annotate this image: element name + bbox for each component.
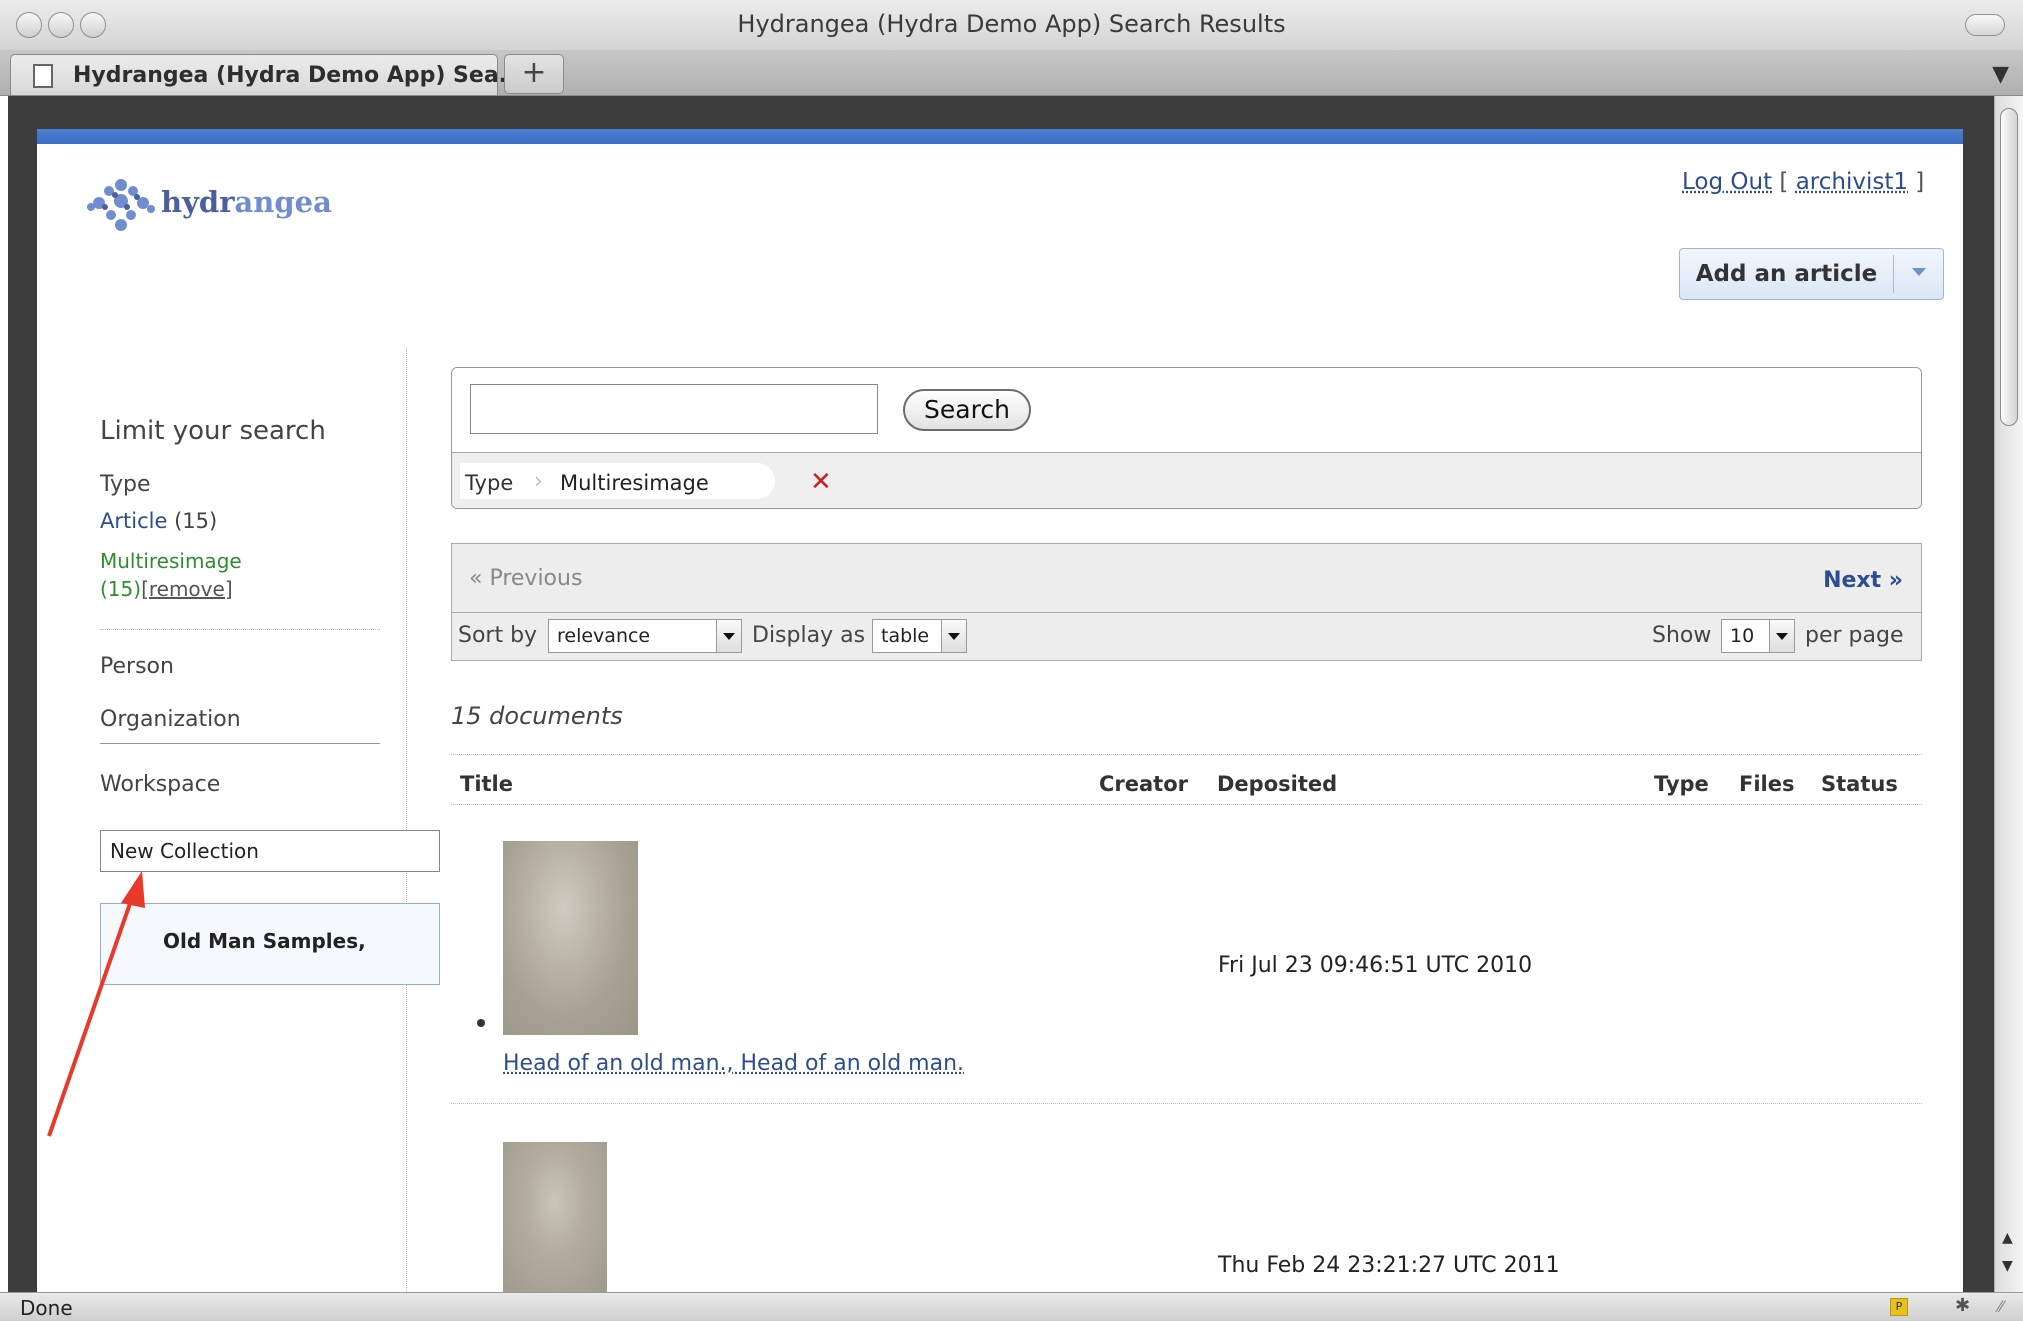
page-top-bar: [37, 129, 1963, 144]
facet-type-heading[interactable]: Type: [100, 472, 151, 497]
browser-viewport: hydrangea Log Out [ archivist1 ] Add an …: [8, 96, 1994, 1292]
scroll-thumb[interactable]: [2000, 108, 2018, 426]
toolbar-toggle-button[interactable]: [1965, 14, 2005, 36]
logo-text-prefix: hydr: [161, 185, 235, 219]
facet-item-multiresimage: Multiresimage (15)[remove]: [100, 547, 242, 603]
chevron-down-icon: [716, 620, 741, 652]
table-top-rule: [451, 754, 1922, 755]
window-titlebar: Hydrangea (Hydra Demo App) Search Result…: [0, 0, 2023, 51]
facet-multiresimage-count: (15): [100, 577, 142, 601]
collection-drop-box[interactable]: Old Man Samples,: [100, 903, 440, 985]
search-button[interactable]: Search: [903, 389, 1031, 431]
chevron-down-icon: [1769, 620, 1794, 652]
document-icon: [33, 64, 53, 88]
tab-list-icon[interactable]: ▼: [1992, 62, 2009, 87]
plugin-icon[interactable]: P: [1890, 1298, 1908, 1316]
column-header-title[interactable]: Title: [460, 772, 513, 796]
column-header-files[interactable]: Files: [1739, 772, 1794, 796]
show-label: Show: [1652, 623, 1712, 648]
constraint-label: Type: [465, 471, 514, 495]
new-tab-button[interactable]: +: [504, 54, 564, 94]
facet-person-heading[interactable]: Person: [100, 654, 174, 679]
list-bullet: [477, 1019, 485, 1027]
display-select[interactable]: table: [872, 619, 967, 653]
facet-divider: [100, 629, 380, 630]
per-page-value: 10: [1730, 625, 1755, 647]
add-article-label: Add an article: [1695, 261, 1878, 287]
chevron-down-icon[interactable]: [1912, 268, 1926, 276]
collection-name: Old Man Samples,: [163, 929, 366, 953]
sort-select-value: relevance: [557, 625, 651, 647]
table-header-rule: [451, 804, 1922, 805]
search-panel: Search Type › Multiresimage ✕: [451, 367, 1922, 509]
tab-label: Hydrangea (Hydra Demo App) Sea...: [73, 63, 524, 88]
window-title: Hydrangea (Hydra Demo App) Search Result…: [737, 10, 1286, 38]
account-area: Log Out [ archivist1 ]: [1682, 169, 1924, 195]
sidebar-divider: [406, 347, 407, 1292]
facet-article-link[interactable]: Article: [100, 509, 167, 533]
constraint-bar: Type › Multiresimage ✕: [452, 452, 1921, 508]
logout-link[interactable]: Log Out: [1682, 169, 1772, 195]
workspace-heading: Workspace: [100, 772, 221, 797]
per-page-select[interactable]: 10: [1721, 619, 1795, 653]
user-bracket-close: ]: [1908, 169, 1925, 195]
row-separator: [451, 1103, 1922, 1104]
per-page-label: per page: [1805, 623, 1904, 648]
constraint-value: Multiresimage: [560, 471, 709, 495]
previous-link[interactable]: « Previous: [469, 566, 582, 591]
firebug-icon[interactable]: ✱: [1955, 1295, 1970, 1316]
scroll-down-icon[interactable]: ▼: [2002, 1258, 2013, 1274]
chevron-down-icon: [941, 620, 966, 652]
close-icon[interactable]: ✕: [810, 467, 832, 497]
display-select-value: table: [881, 625, 930, 647]
column-header-type[interactable]: Type: [1654, 772, 1709, 796]
logo-text-suffix: angea: [234, 185, 332, 219]
facet-divider: [100, 743, 380, 744]
logo-text[interactable]: hydrangea: [161, 185, 332, 219]
split-divider: [1893, 255, 1894, 293]
pager-bar: « Previous Next »: [451, 543, 1922, 613]
page: hydrangea Log Out [ archivist1 ] Add an …: [37, 129, 1963, 1292]
scroll-up-icon[interactable]: ▲: [2002, 1230, 2013, 1246]
vertical-scrollbar[interactable]: ▲ ▼: [1994, 96, 2023, 1292]
display-as-label: Display as: [752, 623, 866, 648]
status-text: Done: [20, 1296, 73, 1320]
annotation-arrow: [47, 871, 145, 1137]
new-collection-field[interactable]: New Collection: [100, 830, 440, 872]
status-bar: Done P ✱ ⁄⁄: [0, 1292, 2023, 1321]
document-count: 15 documents: [451, 702, 623, 730]
resize-grip-icon[interactable]: ⁄⁄: [1998, 1297, 2003, 1316]
column-header-status[interactable]: Status: [1821, 772, 1898, 796]
chevron-right-icon: ›: [534, 469, 543, 494]
sort-bar: Sort by relevance Display as table Show …: [451, 613, 1922, 661]
sort-by-label: Sort by: [458, 623, 538, 648]
result-title-link[interactable]: Head of an old man., Head of an old man.: [503, 1051, 964, 1076]
user-bracket-open: [: [1772, 169, 1796, 195]
facet-article-count: (15): [174, 509, 218, 533]
add-article-button[interactable]: Add an article: [1679, 248, 1944, 300]
column-header-deposited[interactable]: Deposited: [1217, 772, 1337, 796]
facet-item-article: Article (15): [100, 509, 217, 533]
tab-search-results[interactable]: Hydrangea (Hydra Demo App) Sea...: [10, 54, 524, 95]
sort-select[interactable]: relevance: [548, 619, 742, 653]
username-link[interactable]: archivist1: [1796, 169, 1908, 195]
result-deposited: Fri Jul 23 09:46:51 UTC 2010: [1218, 953, 1533, 978]
result-deposited: Thu Feb 24 23:21:27 UTC 2011: [1218, 1253, 1560, 1278]
logo-flower-icon: [87, 179, 155, 231]
result-thumbnail[interactable]: [503, 841, 638, 1035]
limit-search-heading: Limit your search: [100, 416, 326, 446]
facet-organization-heading[interactable]: Organization: [100, 707, 241, 732]
tab-strip: Hydrangea (Hydra Demo App) Sea... + ▼: [0, 50, 2023, 96]
facet-remove-link[interactable]: [remove]: [141, 577, 233, 601]
column-header-creator[interactable]: Creator: [1099, 772, 1188, 796]
search-input[interactable]: [470, 384, 878, 434]
next-link[interactable]: Next »: [1823, 568, 1903, 593]
facet-multiresimage-label: Multiresimage: [100, 549, 242, 573]
result-thumbnail[interactable]: [503, 1142, 607, 1292]
